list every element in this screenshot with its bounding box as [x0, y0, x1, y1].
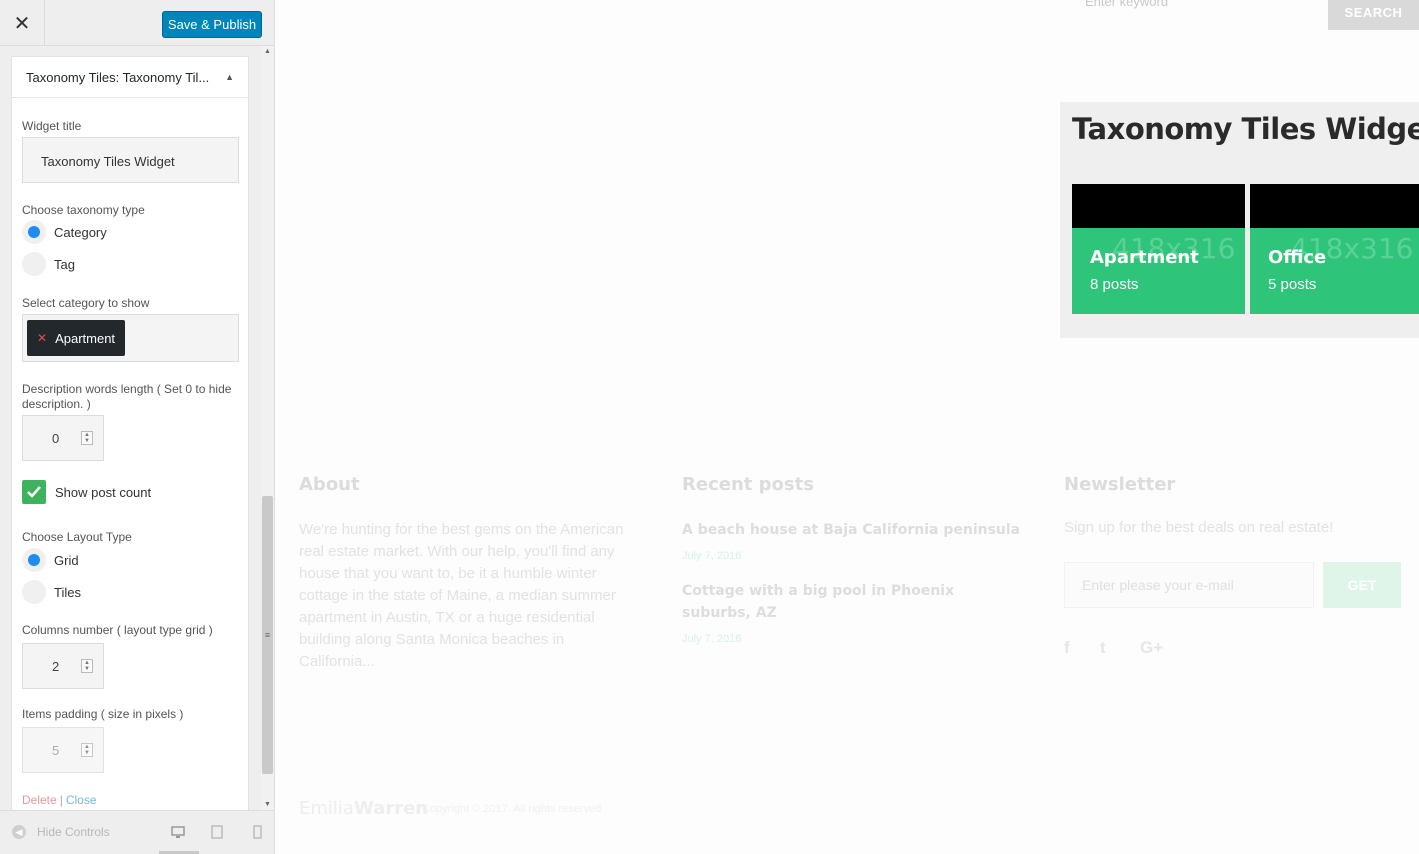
close-customizer-button[interactable]: ✕ [0, 0, 45, 46]
tile-name: Office [1268, 247, 1327, 268]
scrollbar-thumb[interactable]: ≡ [262, 496, 273, 774]
scroll-down-icon[interactable]: ▼ [264, 801, 271, 808]
recent-posts-title: Recent posts [682, 474, 814, 495]
radio-grid[interactable]: Grid [22, 548, 79, 572]
spinner-arrows-icon[interactable]: ▲ ▼ [81, 659, 93, 673]
category-chip-label: Apartment [55, 330, 116, 346]
radio-tag[interactable]: Tag [22, 252, 75, 276]
widget-title-input[interactable]: Taxonomy Tiles Widget [22, 137, 239, 183]
radio-tiles-label: Tiles [54, 584, 81, 600]
save-publish-button[interactable]: Save & Publish [162, 11, 262, 38]
widget-actions: Delete | Close [22, 793, 97, 807]
radio-grid-label: Grid [54, 552, 79, 568]
tile-image [1072, 184, 1245, 228]
about-text: We're hunting for the best gems on the A… [299, 521, 624, 670]
link-separator: | [59, 793, 63, 807]
padding-label: Items padding ( size in pixels ) [22, 707, 184, 721]
search-button[interactable]: SEARCH [1328, 0, 1419, 30]
radio-tag-label: Tag [54, 256, 75, 272]
padding-value: 5 [52, 743, 60, 758]
padding-stepper[interactable]: 5 ▲ ▼ [22, 727, 104, 773]
widget-preview-title: Taxonomy Tiles Widget [1072, 112, 1419, 146]
tile-count: 8 posts [1090, 276, 1139, 293]
show-post-count-label: Show post count [55, 485, 152, 500]
close-icon: ✕ [13, 12, 31, 35]
customizer-footer: ◀ Hide Controls [0, 810, 274, 854]
newsletter-email-input[interactable]: Enter please your e-mail [1064, 562, 1314, 608]
columns-stepper[interactable]: 2 ▲ ▼ [22, 643, 104, 689]
category-chip[interactable]: ✕ Apartment [27, 320, 125, 356]
sidebar-scrollbar[interactable]: ▲ ≡ ▼ [261, 46, 274, 810]
taxonomy-tiles-widget-form: Taxonomy Tiles: Taxonomy Til... ▲ Widget… [11, 56, 249, 810]
category-select[interactable]: ✕ Apartment [22, 314, 239, 362]
twitter-icon[interactable]: t [1100, 638, 1106, 658]
radio-button-selected[interactable] [22, 220, 46, 244]
brand-second: Warren [353, 798, 429, 819]
facebook-icon[interactable]: f [1064, 638, 1070, 658]
hide-controls-button[interactable]: ◀ Hide Controls [12, 825, 110, 839]
about-title: About [299, 474, 360, 495]
widget-title-label: Widget title [22, 119, 82, 133]
columns-value: 2 [52, 659, 60, 674]
post-date: July 7, 2016 [682, 550, 742, 562]
close-link[interactable]: Close [66, 793, 97, 807]
site-logo[interactable]: EmiliaWarren [299, 798, 428, 819]
scroll-up-icon[interactable]: ▲ [264, 48, 271, 55]
taxonomy-type-label: Choose taxonomy type [22, 203, 145, 217]
columns-label: Columns number ( layout type grid ) [22, 623, 213, 637]
radio-tiles[interactable]: Tiles [22, 580, 81, 604]
radio-category-label: Category [54, 224, 107, 240]
widget-header[interactable]: Taxonomy Tiles: Taxonomy Til... ▲ [12, 57, 248, 98]
checkmark-icon [27, 486, 41, 498]
newsletter-text: Sign up for the best deals on real estat… [1064, 519, 1334, 536]
spinner-arrows-icon[interactable]: ▲ ▼ [81, 431, 93, 445]
tile-count: 5 posts [1268, 276, 1317, 293]
widget-header-title: Taxonomy Tiles: Taxonomy Til... [26, 69, 210, 85]
category-select-label: Select category to show [22, 296, 150, 310]
post-link[interactable]: A beach house at Baja California peninsu… [682, 519, 1022, 541]
tablet-icon[interactable] [210, 825, 224, 839]
desc-length-value: 0 [52, 431, 60, 446]
brand-first: Emilia [299, 798, 354, 819]
remove-chip-icon[interactable]: ✕ [37, 331, 47, 345]
hide-controls-label: Hide Controls [37, 825, 110, 839]
spinner-arrows-icon[interactable]: ▲ ▼ [81, 743, 93, 757]
customizer-sidebar: ✕ Save & Publish Taxonomy Tiles: Taxonom… [0, 0, 275, 854]
radio-button[interactable] [22, 580, 46, 604]
tile-name: Apartment [1090, 247, 1199, 268]
radio-category[interactable]: Category [22, 220, 107, 244]
post-date: July 7, 2016 [682, 633, 742, 645]
layout-type-label: Choose Layout Type [22, 530, 132, 544]
radio-button-selected[interactable] [22, 548, 46, 572]
show-post-count-checkbox[interactable] [22, 480, 46, 504]
copyright-text: Copyright © 2017. All rights reserved [422, 803, 602, 815]
search-input[interactable]: Enter keyword [1085, 0, 1325, 24]
controls-panel: Taxonomy Tiles: Taxonomy Til... ▲ Widget… [0, 46, 262, 810]
post-link[interactable]: Cottage with a big pool in Phoenix subur… [682, 580, 1022, 624]
taxonomy-tiles-widget-preview: Taxonomy Tiles Widget 418x316 Apartment … [1060, 102, 1419, 338]
desktop-icon[interactable] [171, 825, 185, 839]
delete-link[interactable]: Delete [22, 793, 57, 807]
tile-image [1250, 184, 1419, 228]
desc-length-stepper[interactable]: 0 ▲ ▼ [22, 415, 104, 461]
radio-button[interactable] [22, 252, 46, 276]
customizer-header: ✕ Save & Publish [0, 0, 274, 46]
desc-length-label: Description words length ( Set 0 to hide… [22, 382, 232, 411]
newsletter-get-button[interactable]: GET [1323, 562, 1401, 608]
mobile-icon[interactable] [250, 825, 264, 839]
widget-title-value: Taxonomy Tiles Widget [41, 154, 175, 169]
newsletter-title: Newsletter [1064, 474, 1176, 495]
collapse-arrow-icon[interactable]: ▲ [225, 72, 234, 82]
tile-office[interactable]: 418x316 Office 5 posts [1250, 184, 1419, 314]
collapse-icon: ◀ [12, 825, 26, 839]
google-plus-icon[interactable]: G+ [1140, 638, 1163, 658]
tile-apartment[interactable]: 418x316 Apartment 8 posts [1072, 184, 1245, 314]
